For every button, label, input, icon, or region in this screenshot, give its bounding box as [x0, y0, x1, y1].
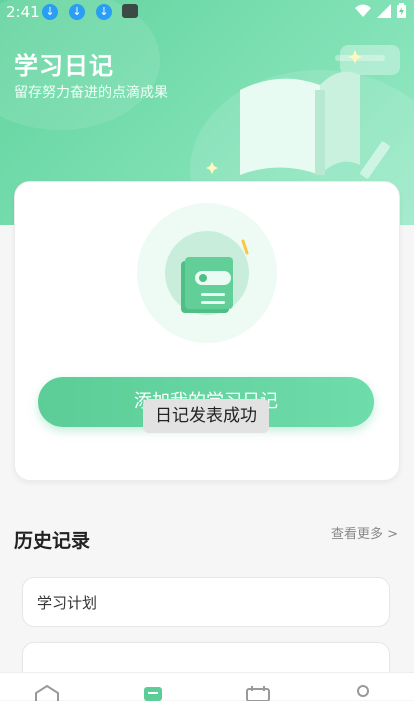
diary-illustration-bg: [137, 203, 277, 343]
status-time: 2:41: [6, 3, 40, 21]
wifi-icon: [355, 4, 371, 17]
view-more-link[interactable]: 查看更多 >: [331, 523, 398, 542]
add-diary-card: 添加我的学习日记: [14, 181, 400, 481]
nfc-icon: [122, 4, 138, 18]
bottom-tab-bar: [0, 672, 414, 701]
page-subtitle: 留存努力奋进的点滴成果: [14, 85, 168, 101]
download-icon: ↓: [69, 4, 85, 20]
sparkle-icon: [206, 162, 218, 174]
notebook-icon: [181, 239, 249, 313]
history-item-label: 学习计划: [37, 594, 98, 612]
book-illustration-icon: [240, 45, 400, 179]
history-item[interactable]: 学习计划: [22, 577, 390, 627]
history-heading: 历史记录: [14, 530, 91, 552]
sparkle-icon: [348, 50, 362, 64]
status-bar: 2:41 ↓ ↓ ↓: [0, 0, 414, 24]
download-icon: ↓: [42, 4, 58, 20]
success-toast: 日记发表成功: [143, 399, 269, 433]
signal-icon: [377, 3, 391, 18]
page-title: 学习日记: [14, 52, 114, 80]
battery-icon: [397, 3, 406, 18]
download-icon: ↓: [96, 4, 112, 20]
